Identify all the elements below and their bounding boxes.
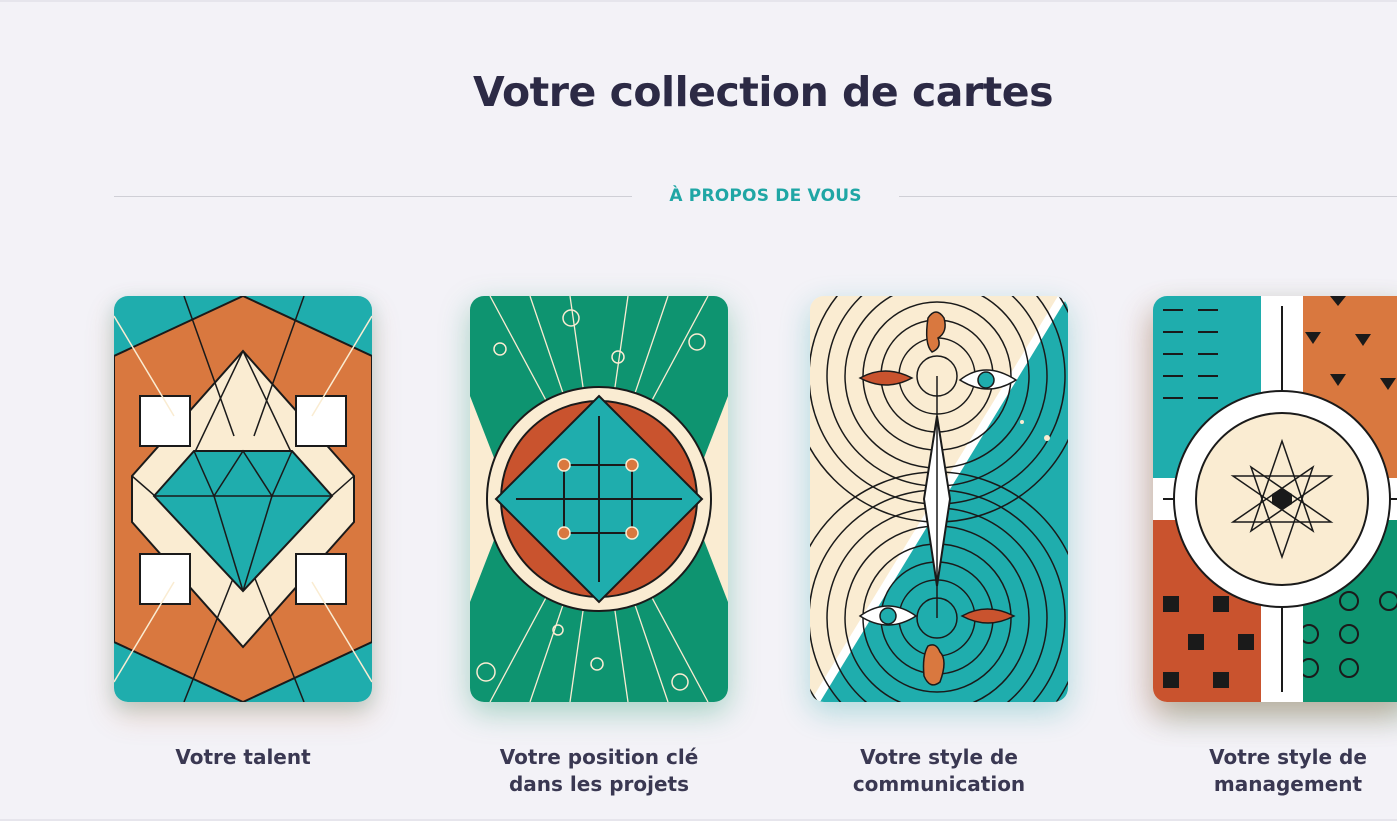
card-position[interactable]	[470, 296, 728, 702]
card-talent[interactable]	[114, 296, 372, 702]
page-title: Votre collection de cartes	[473, 68, 1053, 116]
caption-line: dans les projets	[508, 772, 689, 796]
card-caption-management: Votre style de management	[1138, 744, 1397, 798]
star-compass-icon	[1153, 296, 1397, 702]
card-communication[interactable]	[810, 296, 1068, 702]
card-caption-talent: Votre talent	[93, 744, 393, 771]
caption-line: communication	[852, 772, 1026, 796]
grid-circle-icon	[470, 296, 728, 702]
card-management[interactable]	[1153, 296, 1397, 702]
section-label: À PROPOS DE VOUS	[669, 186, 862, 206]
caption-line: Votre style de	[860, 745, 1018, 769]
caption-line: Votre position clé	[499, 745, 699, 769]
diamond-icon	[114, 296, 372, 702]
caption-line: Votre style de	[1209, 745, 1367, 769]
divider-left	[114, 196, 632, 197]
eye-ear-mouth-icon	[810, 296, 1068, 702]
section-header: À PROPOS DE VOUS	[114, 182, 1397, 210]
top-divider	[0, 0, 1397, 2]
card-caption-position: Votre position clé dans les projets	[449, 744, 749, 798]
caption-line: Votre talent	[175, 745, 311, 769]
divider-right	[899, 196, 1397, 197]
caption-line: management	[1213, 772, 1363, 796]
card-caption-communication: Votre style de communication	[789, 744, 1089, 798]
